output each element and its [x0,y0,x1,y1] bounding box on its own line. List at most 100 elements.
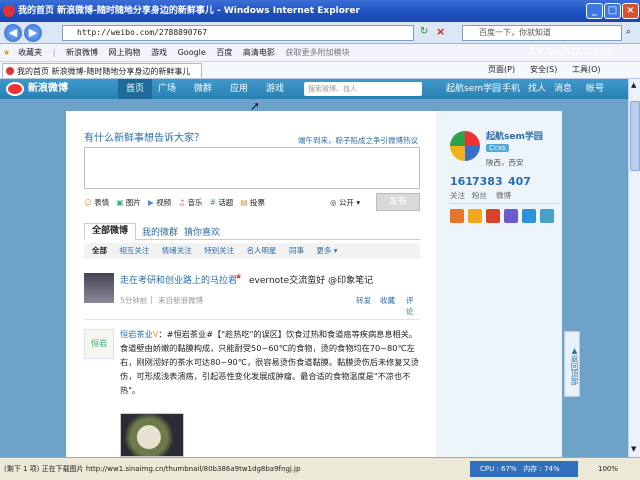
nav-profile[interactable]: 起航sem学园 [446,79,501,99]
cmd-safety[interactable]: 安全(S) [530,62,557,78]
app-icon-6[interactable] [540,209,554,223]
filter-all[interactable]: 全部 [92,246,107,255]
favorite-link[interactable]: 收藏 [380,295,395,306]
filter-special[interactable]: 特别关注 [204,246,234,255]
weibo-tab-icon [6,67,14,75]
scroll-up-icon[interactable]: ▲ [631,81,636,89]
scroll-thumb[interactable] [630,101,640,171]
feed-tabs: 全部微博 我的微群 猜你喜欢 [84,223,420,240]
weibo-search-input[interactable]: 搜索微博、找人 [304,82,422,96]
tab-current[interactable]: 我的首页 新浪微博-随时随地分享身边的新鲜事儿 [2,63,202,78]
tab-recommend[interactable]: 猜你喜欢 [184,225,220,238]
stop-icon[interactable]: × [436,25,445,38]
title-bar: 我的首页 新浪微博-随时随地分享身边的新鲜事儿 - Windows Intern… [0,0,640,22]
visibility-dropdown[interactable]: ◎ 公开 ▾ [330,197,360,208]
nav-find-people[interactable]: 找人 [528,79,546,99]
address-input[interactable]: http://weibo.com/2788890767 [62,25,414,41]
fans-label: 粉丝 [472,191,487,200]
tool-video[interactable]: 视频 [156,198,171,207]
filter-colleagues[interactable]: 同事 [289,246,304,255]
cmd-page[interactable]: 页面(P) [488,62,515,78]
vertical-scrollbar[interactable]: ▲ ▼ [628,79,640,457]
tool-poll[interactable]: 投票 [250,198,265,207]
post-source[interactable]: 来自新浪微博 [158,295,203,306]
filter-mutual[interactable]: 相互关注 [119,246,149,255]
maximize-button[interactable]: □ [604,3,621,19]
hot-topic-link[interactable]: 端午到来，粽子陷成之争引微博热议 [298,135,418,146]
fav-item-movies[interactable]: 高清电影 [243,48,275,57]
fans-count[interactable]: 7383 [472,175,503,188]
comment-link[interactable]: 评论 [406,295,420,317]
favorites-button[interactable]: 收藏夹 [18,48,42,57]
app-icon-5[interactable] [522,209,536,223]
post-button[interactable]: 发布 [376,193,420,211]
back-button[interactable]: ◀ [4,24,22,42]
nav-account[interactable]: 帐号 [586,79,604,99]
profile-name[interactable]: 起航sem学园 [486,129,543,142]
app-icon-4[interactable] [504,209,518,223]
forward-button[interactable]: ▶ [24,24,42,42]
tool-topic[interactable]: 话题 [218,198,233,207]
tab-title: 我的首页 新浪微博-随时随地分享身边的新鲜事儿 [17,67,191,76]
image-icon: ▣ [116,198,124,207]
tool-emoticon[interactable]: 表情 [94,198,109,207]
nav-square[interactable]: 广场 [158,79,176,99]
post-text: evernote交流蛮好 @印象笔记 [249,276,374,286]
nav-games[interactable]: 游戏 [266,79,284,99]
avatar[interactable]: 恒岩 [84,329,114,359]
posts-count[interactable]: 407 [508,175,531,188]
fav-item-weibo[interactable]: 新浪微博 [66,48,98,57]
fav-item-baidu[interactable]: 百度 [216,48,232,57]
minimize-button[interactable]: _ [586,3,603,19]
filter-celebrity[interactable]: 名人明星 [247,246,277,255]
search-input[interactable]: 百度一下，你就知道 [462,25,622,41]
post-time[interactable]: 5分钟前 [120,295,147,306]
profile-avatar[interactable] [450,131,480,161]
profile-badge: Ccxs [486,144,509,152]
emoticon-icon: ☺ [84,198,92,207]
fav-item-google[interactable]: Google [178,48,206,57]
avatar[interactable] [84,273,114,303]
mouse-cursor-icon: ➚ [250,99,261,113]
following-count[interactable]: 161 [450,175,473,188]
tool-image[interactable]: 图片 [126,198,141,207]
feed-item: 走在考研和创业路上的马拉君 ★ evernote交流蛮好 @印象笔记 5分钟前 … [84,271,420,317]
nav-apps[interactable]: 应用 [230,79,248,99]
profile-location: 陕西，西安 [486,158,524,167]
verified-icon: ★ [235,272,243,281]
tab-all-weibo[interactable]: 全部微博 [84,223,136,240]
refresh-icon[interactable]: ↻ [420,26,428,37]
avatar-text: 恒岩 [91,339,107,348]
back-to-top-label: 返回顶部 [570,354,579,385]
nav-groups[interactable]: 微群 [194,79,212,99]
back-to-top-button[interactable]: ▲返回顶部 [564,331,580,397]
fav-item-games[interactable]: 游戏 [151,48,167,57]
composer-tools: ☺ 表情 ▣ 图片 ▶ 视频 ♫ 音乐 # 话题 ▤ 投票 [84,197,265,208]
tab-my-groups[interactable]: 我的微群 [142,225,178,238]
video-icon: ▶ [148,198,154,207]
post-image[interactable] [120,413,184,457]
scroll-down-icon[interactable]: ▼ [631,445,636,453]
zoom-level[interactable]: 100% [598,458,618,480]
nav-mobile[interactable]: 手机 [502,79,520,99]
tool-music[interactable]: 音乐 [187,198,202,207]
filter-mood[interactable]: 情绪关注 [162,246,192,255]
close-button[interactable]: × [622,3,639,19]
app-icon-1[interactable] [450,209,464,223]
app-icon-2[interactable] [468,209,482,223]
browser-window: 我的首页 新浪微博-随时随地分享身边的新鲜事儿 - Windows Intern… [0,0,640,480]
search-icon[interactable]: ⌕ [626,27,631,37]
globe-icon: ◎ [330,198,337,207]
composer-textarea[interactable] [84,147,420,189]
nav-messages[interactable]: 消息 [554,79,572,99]
nav-home[interactable]: 首页 [118,79,152,99]
weibo-logo[interactable]: 新浪微博 [28,79,68,99]
filter-more[interactable]: 更多 ▾ [316,246,337,255]
app-icon-3[interactable] [486,209,500,223]
cmd-tools[interactable]: 工具(O) [572,62,601,78]
repost-link[interactable]: 转发 [356,295,371,306]
post-author[interactable]: 恒岩茶业 [120,329,153,339]
fav-item-shopping[interactable]: 网上购物 [109,48,141,57]
fav-item-addons[interactable]: 获取更多附加模块 [285,48,349,57]
post-author[interactable]: 走在考研和创业路上的马拉君 [120,273,237,286]
